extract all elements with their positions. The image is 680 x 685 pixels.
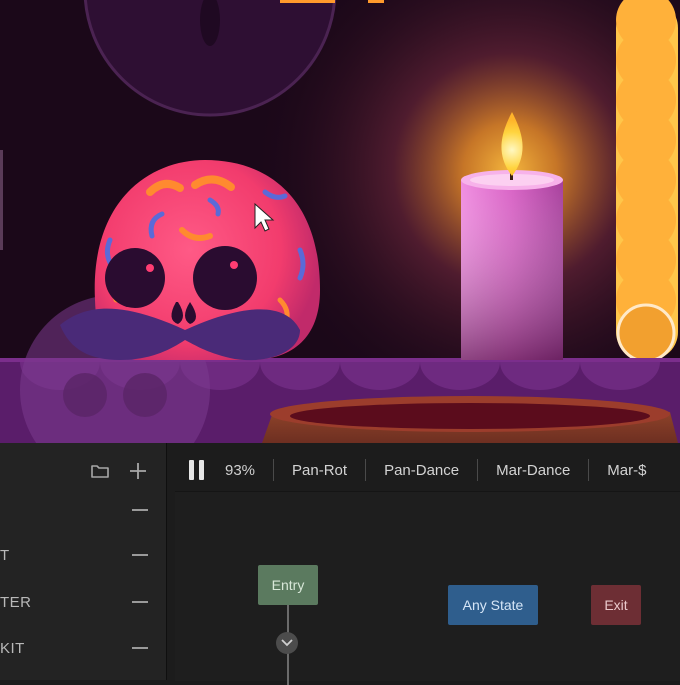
pause-icon (189, 460, 194, 480)
input-row[interactable]: KIT (0, 637, 166, 661)
tab-divider (477, 459, 479, 481)
remove-input-button[interactable] (132, 509, 148, 511)
input-label: KIT (0, 640, 25, 657)
state-machine-tabs: 93% Pan-Rot Pan-Dance Mar-Dance Mar-$ (167, 451, 680, 489)
tab-divider (365, 459, 367, 481)
remove-input-button[interactable] (132, 647, 148, 649)
tab-mar-dance[interactable]: Mar-Dance (496, 462, 570, 479)
input-row[interactable]: TER (0, 591, 166, 615)
tab-pan-rot[interactable]: Pan-Rot (292, 462, 347, 479)
scene-illustration (0, 0, 680, 443)
zoom-level[interactable]: 93% (225, 462, 255, 479)
input-label: T (0, 547, 10, 564)
remove-input-button[interactable] (132, 601, 148, 603)
input-label: TER (0, 594, 32, 611)
inputs-panel: T TER KIT (0, 443, 167, 680)
entry-node[interactable]: Entry (258, 565, 318, 605)
inputs-toolbar (90, 461, 148, 481)
exit-node[interactable]: Exit (591, 585, 641, 625)
remove-input-button[interactable] (132, 554, 148, 556)
chevron-down-icon[interactable] (276, 632, 298, 654)
editor-panel: T TER KIT 93% Pan-Rot Pan-Dance Mar-Danc… (0, 443, 680, 685)
bead-column (616, 0, 678, 363)
state-graph-canvas[interactable]: Entry Any State Exit (175, 491, 680, 685)
tab-mar-s[interactable]: Mar-$ (607, 462, 646, 479)
folder-icon[interactable] (90, 461, 110, 481)
state-machine-panel: 93% Pan-Rot Pan-Dance Mar-Dance Mar-$ En… (167, 443, 680, 685)
any-state-node[interactable]: Any State (448, 585, 538, 625)
tab-divider (588, 459, 590, 481)
pause-button[interactable] (185, 456, 213, 484)
tab-pan-dance[interactable]: Pan-Dance (384, 462, 459, 479)
plus-icon[interactable] (128, 461, 148, 481)
artboard-preview[interactable] (0, 0, 680, 443)
input-row[interactable] (0, 499, 166, 523)
input-row[interactable]: T (0, 544, 166, 568)
tab-divider (273, 459, 275, 481)
